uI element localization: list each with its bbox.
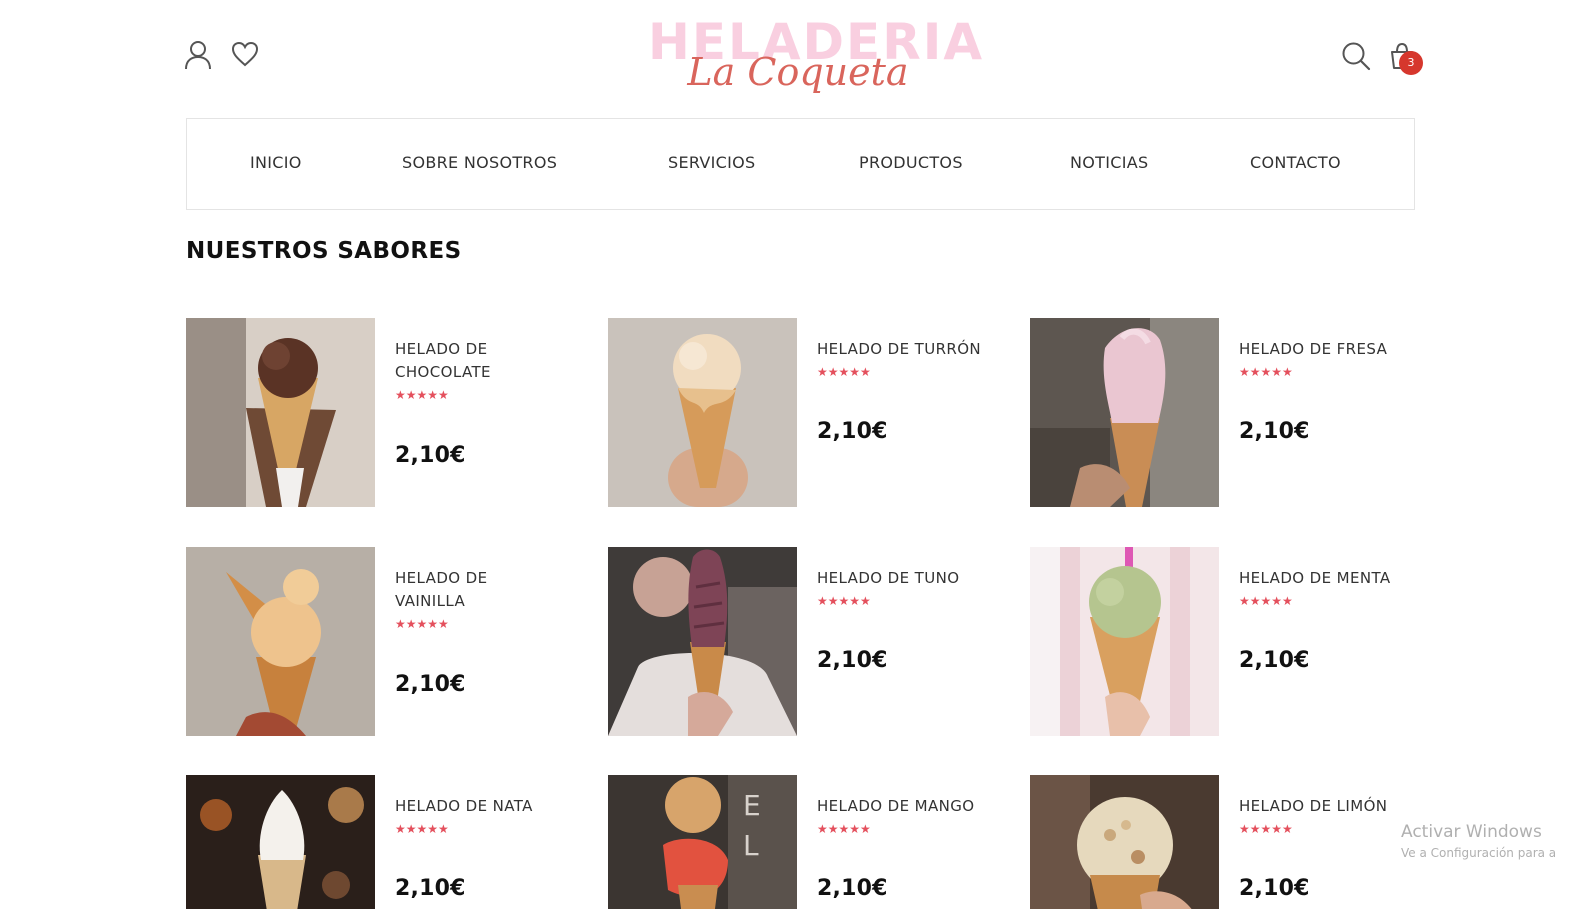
rating-stars: ★★★★★	[395, 617, 449, 631]
rating-stars: ★★★★★	[817, 822, 871, 836]
product-name[interactable]: HELADO DE TURRÓN	[817, 338, 1012, 361]
product-image-tuno[interactable]	[608, 547, 797, 736]
product-price: 2,10€	[395, 672, 466, 697]
product-image-nata[interactable]	[186, 775, 375, 909]
product-card-chocolate[interactable]: HELADO DE CHOCOLATE ★★★★★ 2,10€	[186, 318, 586, 508]
product-name-line: HELADO DE TUNO	[817, 569, 960, 587]
nav-item-productos[interactable]: PRODUCTOS	[859, 153, 963, 172]
product-image-limon[interactable]	[1030, 775, 1219, 909]
product-name[interactable]: HELADO DE MENTA	[1239, 567, 1434, 590]
rating-stars: ★★★★★	[395, 822, 449, 836]
windows-activation-watermark: Activar Windows Ve a Configuración para …	[1401, 822, 1556, 860]
product-name-line: HELADO DE LIMÓN	[1239, 797, 1388, 815]
watermark-line-2: Ve a Configuración para a	[1401, 846, 1557, 860]
user-icon[interactable]	[184, 40, 212, 70]
site-header: HELADERIA La Coqueta 3	[0, 0, 1593, 118]
nav-item-contacto[interactable]: CONTACTO	[1250, 153, 1341, 172]
heart-icon[interactable]	[231, 41, 259, 67]
product-card-turron[interactable]: HELADO DE TURRÓN ★★★★★ 2,10€	[608, 318, 1008, 508]
product-card-mango[interactable]: E L HELADO DE MANGO ★★★★★ 2,10€	[608, 775, 1008, 909]
product-name[interactable]: HELADO DE NATA	[395, 795, 586, 818]
product-name-line: HELADO DE FRESA	[1239, 340, 1388, 358]
nav-item-servicios[interactable]: SERVICIOS	[668, 153, 756, 172]
svg-text:L: L	[743, 829, 759, 862]
product-card-menta[interactable]: HELADO DE MENTA ★★★★★ 2,10€	[1030, 547, 1430, 737]
product-price: 2,10€	[817, 648, 888, 673]
product-name-line: HELADO DE NATA	[395, 797, 533, 815]
product-price: 2,10€	[817, 876, 888, 901]
nav-item-inicio[interactable]: INICIO	[250, 153, 302, 172]
product-price: 2,10€	[1239, 419, 1310, 444]
product-price: 2,10€	[817, 419, 888, 444]
product-price: 2,10€	[1239, 876, 1310, 901]
rating-stars: ★★★★★	[1239, 594, 1293, 608]
product-image-chocolate[interactable]	[186, 318, 375, 507]
section-title: NUESTROS SABORES	[186, 238, 462, 264]
product-image-fresa[interactable]	[1030, 318, 1219, 507]
product-name-line: HELADO DE MANGO	[817, 797, 975, 815]
product-price: 2,10€	[395, 443, 466, 468]
rating-stars: ★★★★★	[1239, 365, 1293, 379]
logo-la-coqueta-text: La Coqueta	[687, 50, 909, 94]
product-name[interactable]: HELADO DE TUNO	[817, 567, 1012, 590]
product-name-line: HELADO DE TURRÓN	[817, 340, 982, 358]
rating-stars: ★★★★★	[817, 594, 871, 608]
product-name-line: HELADO DE MENTA	[1239, 569, 1391, 587]
product-name[interactable]: HELADO DE LIMÓN	[1239, 795, 1430, 818]
product-card-nata[interactable]: HELADO DE NATA ★★★★★ 2,10€	[186, 775, 586, 909]
product-name-line: CHOCOLATE	[395, 363, 491, 381]
product-price: 2,10€	[395, 876, 466, 901]
product-image-turron[interactable]	[608, 318, 797, 507]
product-name[interactable]: HELADO DE CHOCOLATE	[395, 338, 590, 384]
product-card-tuno[interactable]: HELADO DE TUNO ★★★★★ 2,10€	[608, 547, 1008, 737]
rating-stars: ★★★★★	[395, 388, 449, 402]
product-image-vainilla[interactable]	[186, 547, 375, 736]
svg-text:E: E	[743, 789, 761, 822]
product-image-menta[interactable]	[1030, 547, 1219, 736]
nav-item-sobre-nosotros[interactable]: SOBRE NOSOTROS	[402, 153, 557, 172]
product-name-line: HELADO DE	[395, 340, 488, 358]
nav-item-noticias[interactable]: NOTICIAS	[1070, 153, 1148, 172]
product-name-line: VAINILLA	[395, 592, 466, 610]
product-card-vainilla[interactable]: HELADO DE VAINILLA ★★★★★ 2,10€	[186, 547, 586, 737]
search-icon[interactable]	[1341, 41, 1371, 71]
brand-logo[interactable]: HELADERIA La Coqueta	[648, 12, 982, 100]
rating-stars: ★★★★★	[817, 365, 871, 379]
product-name[interactable]: HELADO DE FRESA	[1239, 338, 1434, 361]
product-image-mango[interactable]: E L	[608, 775, 797, 909]
product-name-line: HELADO DE	[395, 569, 488, 587]
product-name[interactable]: HELADO DE MANGO	[817, 795, 1008, 818]
main-navigation: INICIO SOBRE NOSOTROS SERVICIOS PRODUCTO…	[186, 118, 1415, 210]
watermark-line-1: Activar Windows	[1401, 822, 1542, 842]
product-name[interactable]: HELADO DE VAINILLA	[395, 567, 590, 613]
rating-stars: ★★★★★	[1239, 822, 1293, 836]
cart-count-badge: 3	[1399, 51, 1423, 75]
product-price: 2,10€	[1239, 648, 1310, 673]
product-card-limon[interactable]: HELADO DE LIMÓN ★★★★★ 2,10€	[1030, 775, 1430, 909]
product-card-fresa[interactable]: HELADO DE FRESA ★★★★★ 2,10€	[1030, 318, 1430, 508]
